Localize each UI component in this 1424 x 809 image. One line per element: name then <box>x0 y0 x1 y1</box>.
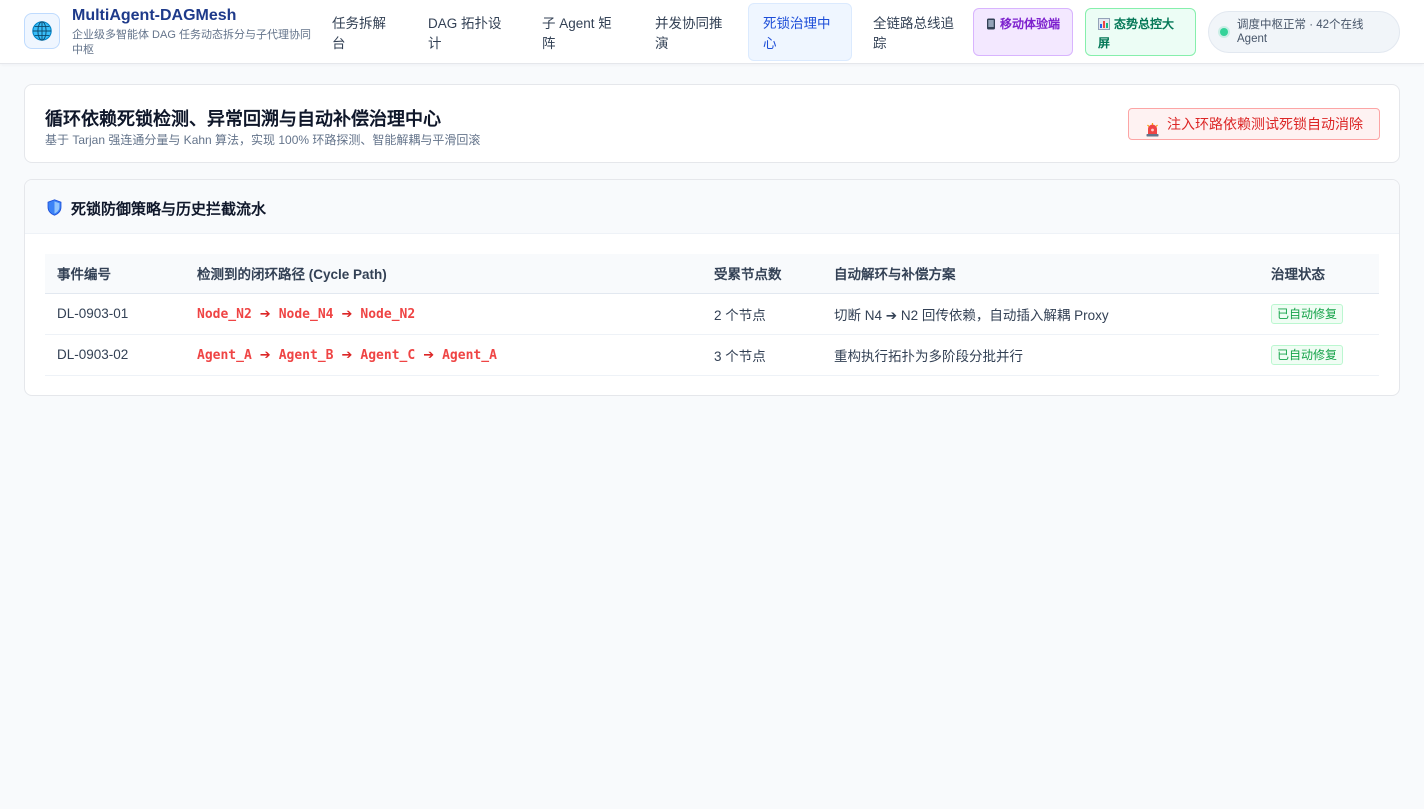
tab-label: 死锁治理中心 <box>763 16 831 51</box>
status-text: 调度中枢正常 · 42个在线 Agent <box>1237 19 1364 45</box>
cycle-node: Agent_C <box>360 347 416 363</box>
top-bar: MultiAgent-DAGMesh 企业级多智能体 DAG 任务动态拆分与子代… <box>0 0 1424 64</box>
status-dot-icon <box>1220 28 1228 36</box>
page-subtitle: 基于 Tarjan 强连通分量与 Kahn 算法，实现 100% 环路探测、智能… <box>45 133 481 147</box>
column-header-cycle-path: 检测到的闭环路径 (Cycle Path) <box>185 254 702 294</box>
table-row[interactable]: DL-0903-01 Node_N2 ➔ Node_N4 ➔ Node_N2 2 个节点… <box>45 293 1379 335</box>
cycle-node: Agent_A <box>442 347 497 363</box>
remediation-plan-cell: 重构执行拓扑为多阶段分批并行 <box>822 334 1259 376</box>
status-cell: 已自动修复 <box>1259 334 1379 376</box>
brand-subtitle: 企业级多智能体 DAG 任务动态拆分与子代理协同中枢 <box>72 29 311 56</box>
tab-label: 并发协同推演 <box>655 16 723 51</box>
column-header-status: 治理状态 <box>1259 254 1379 294</box>
node-count-cell: 3 个节点 <box>702 334 822 376</box>
page-title: 循环依赖死锁检测、异常回溯与自动补偿治理中心 <box>45 109 441 129</box>
shield-icon <box>47 199 62 221</box>
inject-cycle-test-button[interactable]: 注入环路依赖测试死锁自动消除 <box>1128 108 1380 140</box>
arrow-right-icon: ➔ <box>423 347 435 363</box>
inject-button-label: 注入环路依赖测试死锁自动消除 <box>1167 116 1363 132</box>
event-id-cell: DL-0903-02 <box>45 334 185 376</box>
node-count-cell: 2 个节点 <box>702 293 822 335</box>
column-header-event-id: 事件编号 <box>45 254 185 294</box>
column-header-remediation-plan: 自动解环与补偿方案 <box>822 254 1259 294</box>
tab-label: 全链路总线追踪 <box>873 16 954 51</box>
status-cell: 已自动修复 <box>1259 293 1379 335</box>
arrow-right-icon: ➔ <box>341 306 353 322</box>
cycle-node: Node_N2 <box>360 306 416 322</box>
cycle-node: Node_N4 <box>278 306 334 322</box>
cycle-node: Agent_B <box>278 347 334 363</box>
cycle-node: Agent_A <box>197 347 252 363</box>
arrow-right-icon: ➔ <box>341 347 353 363</box>
policy-card-title: 死锁防御策略与历史拦截流水 <box>71 201 267 218</box>
cycle-node: Node_N2 <box>197 306 252 322</box>
phone-icon <box>986 18 996 35</box>
cycle-path-cell: Node_N2 ➔ Node_N4 ➔ Node_N2 <box>185 293 702 335</box>
tab-concurrency-simulation[interactable]: 并发协同推演 <box>640 3 748 61</box>
status-badge: 已自动修复 <box>1271 303 1344 324</box>
tab-deadlock-governance[interactable]: 死锁治理中心 <box>748 3 852 61</box>
dashboard-button[interactable]: 态势总控大屏 <box>1085 8 1196 56</box>
bar-chart-icon <box>1098 18 1110 35</box>
deadlock-policy-card: 死锁防御策略与历史拦截流水 事件编号 检测到的闭环路径 (Cycle Path)… <box>24 179 1400 396</box>
tab-agent-matrix[interactable]: 子 Agent 矩阵 <box>527 3 640 61</box>
arrow-right-icon: ➔ <box>259 347 271 363</box>
column-header-node-count: 受累节点数 <box>702 254 822 294</box>
remediation-plan-cell: 切断 N4 ➔ N2 回传依赖，自动插入解耦 Proxy <box>822 293 1259 335</box>
table-row[interactable]: DL-0903-02 Agent_A ➔ Agent_B ➔ Agent_C ➔ Agent… <box>45 334 1379 376</box>
mobile-experience-button[interactable]: 移动体验端 <box>973 8 1073 56</box>
scheduler-status-badge: 调度中枢正常 · 42个在线 Agent <box>1208 11 1400 53</box>
tab-bus-tracing[interactable]: 全链路总线追踪 <box>858 3 971 61</box>
tab-task-decomposition[interactable]: 任务拆解台 <box>317 3 413 61</box>
cycle-path-cell: Agent_A ➔ Agent_B ➔ Agent_C ➔ Agent_A <box>185 334 702 376</box>
tab-label: 子 Agent 矩阵 <box>542 16 612 51</box>
deadlock-events-table: 事件编号 检测到的闭环路径 (Cycle Path) 受累节点数 自动解环与补偿… <box>45 254 1379 376</box>
tab-label: 任务拆解台 <box>332 16 386 51</box>
governance-hero-card: 循环依赖死锁检测、异常回溯与自动补偿治理中心 基于 Tarjan 强连通分量与 … <box>24 84 1400 163</box>
table-header-row: 事件编号 检测到的闭环路径 (Cycle Path) 受累节点数 自动解环与补偿… <box>45 254 1379 294</box>
tab-dag-topology[interactable]: DAG 拓扑设计 <box>413 3 527 61</box>
alarm-siren-icon <box>1146 117 1159 147</box>
tab-label: DAG 拓扑设计 <box>428 16 502 51</box>
brand-title: MultiAgent-DAGMesh <box>72 7 237 24</box>
arrow-right-icon: ➔ <box>259 306 271 322</box>
globe-icon[interactable] <box>24 13 60 49</box>
status-badge: 已自动修复 <box>1271 344 1344 365</box>
policy-card-header: 死锁防御策略与历史拦截流水 <box>25 180 1399 234</box>
event-id-cell: DL-0903-01 <box>45 293 185 335</box>
mobile-label: 移动体验端 <box>1000 17 1061 31</box>
